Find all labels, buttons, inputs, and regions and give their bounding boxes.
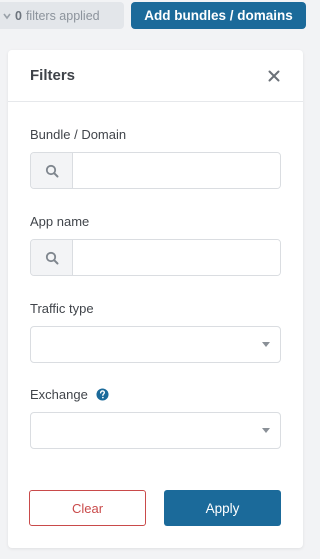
filters-applied-toggle[interactable]: 0 filters applied — [0, 2, 124, 29]
help-icon[interactable] — [96, 388, 109, 401]
exchange-label-row: Exchange — [30, 387, 281, 402]
add-bundles-domains-button[interactable]: Add bundles / domains — [131, 2, 306, 29]
bundle-domain-field: Bundle / Domain — [30, 127, 281, 189]
filters-count: 0 — [15, 8, 22, 23]
top-toolbar: 0 filters applied Add bundles / domains — [0, 0, 312, 34]
bundle-domain-input[interactable] — [73, 153, 280, 188]
traffic-type-label: Traffic type — [30, 301, 94, 316]
bundle-domain-search — [30, 152, 281, 189]
panel-header: Filters — [8, 50, 303, 102]
exchange-label: Exchange — [30, 387, 88, 402]
exchange-select[interactable] — [30, 412, 281, 449]
exchange-field: Exchange — [30, 387, 281, 449]
search-addon — [31, 240, 73, 275]
clear-button[interactable]: Clear — [29, 490, 146, 526]
close-button[interactable] — [267, 69, 281, 83]
caret-down-icon — [262, 342, 270, 347]
filters-panel: Filters Bundle / Domain App name Traffic… — [8, 50, 303, 548]
search-addon — [31, 153, 73, 188]
bundle-domain-label: Bundle / Domain — [30, 127, 127, 142]
traffic-type-select[interactable] — [30, 326, 281, 363]
app-name-label: App name — [30, 214, 90, 229]
app-name-field: App name — [30, 214, 281, 276]
caret-down-icon — [262, 428, 270, 433]
app-name-input[interactable] — [73, 240, 280, 275]
apply-button[interactable]: Apply — [164, 490, 281, 526]
filters-applied-text: filters applied — [25, 8, 100, 23]
panel-title: Filters — [30, 67, 76, 84]
search-icon — [45, 251, 58, 264]
close-icon — [268, 70, 280, 81]
traffic-type-field: Traffic type — [30, 301, 281, 363]
app-name-search — [30, 239, 281, 276]
chevron-down-icon — [3, 13, 11, 19]
search-icon — [45, 164, 58, 177]
